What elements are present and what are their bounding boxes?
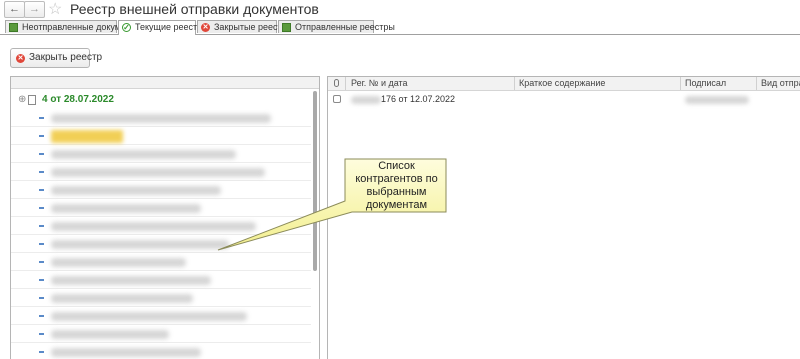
redacted-text [51,168,265,177]
tree-item[interactable] [11,344,311,359]
red-x-icon: ✕ [201,23,210,32]
tab-bar: Неотправленные документы ✓ Текущие реест… [0,20,800,35]
redacted-text [51,130,123,143]
redacted-text [51,186,221,195]
expand-icon[interactable]: ⊕ [18,94,26,105]
redacted-text [351,96,381,104]
redacted-text [685,96,749,104]
column-header-signed[interactable]: Подписал [685,78,726,88]
redacted-text [51,240,229,249]
tree-leaf-icon [39,351,44,353]
redacted-text [51,258,186,267]
column-separator [345,77,346,90]
redacted-text [51,222,256,231]
redacted-text [51,312,247,321]
tree-leaf-icon [39,279,44,281]
tree-leaf-icon [39,297,44,299]
tree-item[interactable] [11,146,311,163]
star-icon[interactable]: ☆ [48,0,62,19]
tab-current-registries[interactable]: ✓ Текущие реестры [118,20,209,35]
close-registry-label: Закрыть реестр [29,52,103,63]
column-header-reg[interactable]: Рег. № и дата [351,78,408,88]
tab-label: Отправленные реестры [295,22,395,32]
tree-item[interactable] [11,182,311,199]
tree-leaf-icon [39,207,44,209]
tree-header [11,77,319,89]
tree-item-selected[interactable] [11,128,311,145]
redacted-text [51,114,271,123]
tree-leaf-icon [39,153,44,155]
tree-leaf-icon [39,117,44,119]
tree-leaf-icon [39,333,44,335]
redacted-text [51,204,201,213]
tree-item[interactable] [11,326,311,343]
green-square-icon [9,23,18,32]
column-header-delivery[interactable]: Вид отправки [761,78,800,88]
table-header: Рег. № и дата Краткое содержание Подписа… [328,77,800,91]
forward-button[interactable]: → [24,1,45,18]
callout-text: Список контрагентов по выбранным докумен… [355,160,438,211]
documents-table[interactable]: Рег. № и дата Краткое содержание Подписа… [327,76,800,359]
tree-leaf-icon [39,315,44,317]
tree-item[interactable] [11,200,311,217]
close-registry-button[interactable]: ✕ Закрыть реестр [10,48,102,68]
redacted-text [51,330,169,339]
tree-item[interactable] [11,272,311,289]
page-title: Реестр внешней отправки документов [70,1,319,17]
tree-item[interactable] [11,164,311,181]
tree-item[interactable] [11,308,311,325]
column-separator [514,77,515,90]
table-row[interactable]: 176 от 12.07.2022 [328,91,800,107]
tree-item[interactable] [11,254,311,271]
red-x-icon: ✕ [16,54,25,63]
tree-leaf-icon [39,243,44,245]
column-separator [756,77,757,90]
redacted-text [51,294,193,303]
tree-root-label: 4 от 28.07.2022 [42,94,114,105]
redacted-text [51,348,201,357]
counterparty-tree[interactable]: ⊕ 4 от 28.07.2022 [10,76,320,359]
column-header-summary[interactable]: Краткое содержание [519,78,605,88]
redacted-text [51,276,211,285]
back-button[interactable]: ← [4,1,25,18]
tree-leaf-icon [39,189,44,191]
document-icon [333,95,341,103]
tab-sent-registries[interactable]: Отправленные реестры [278,20,395,33]
tree-leaf-icon [39,171,44,173]
tree-item[interactable] [11,218,311,235]
vertical-scrollbar[interactable] [313,91,317,271]
forward-arrow-icon: → [29,3,40,15]
paperclip-icon [334,79,339,87]
reg-number-cell: 176 от 12.07.2022 [381,94,455,104]
tree-leaf-icon [39,135,44,137]
tree-leaf-icon [39,261,44,263]
redacted-text [51,150,236,159]
tree-item[interactable] [11,290,311,307]
tree-item[interactable] [11,236,311,253]
green-square-icon [282,23,291,32]
back-arrow-icon: ← [9,3,20,15]
green-check-icon: ✓ [122,23,131,32]
column-separator [680,77,681,90]
document-icon [28,95,36,105]
title-bar: ← → ☆ Реестр внешней отправки документов [0,0,800,19]
tab-closed-registries[interactable]: ✕ Закрытые реестры [197,20,293,33]
tab-unsent-documents[interactable]: Неотправленные документы [5,20,142,33]
tree-leaf-icon [39,225,44,227]
tree-item[interactable] [11,110,311,127]
